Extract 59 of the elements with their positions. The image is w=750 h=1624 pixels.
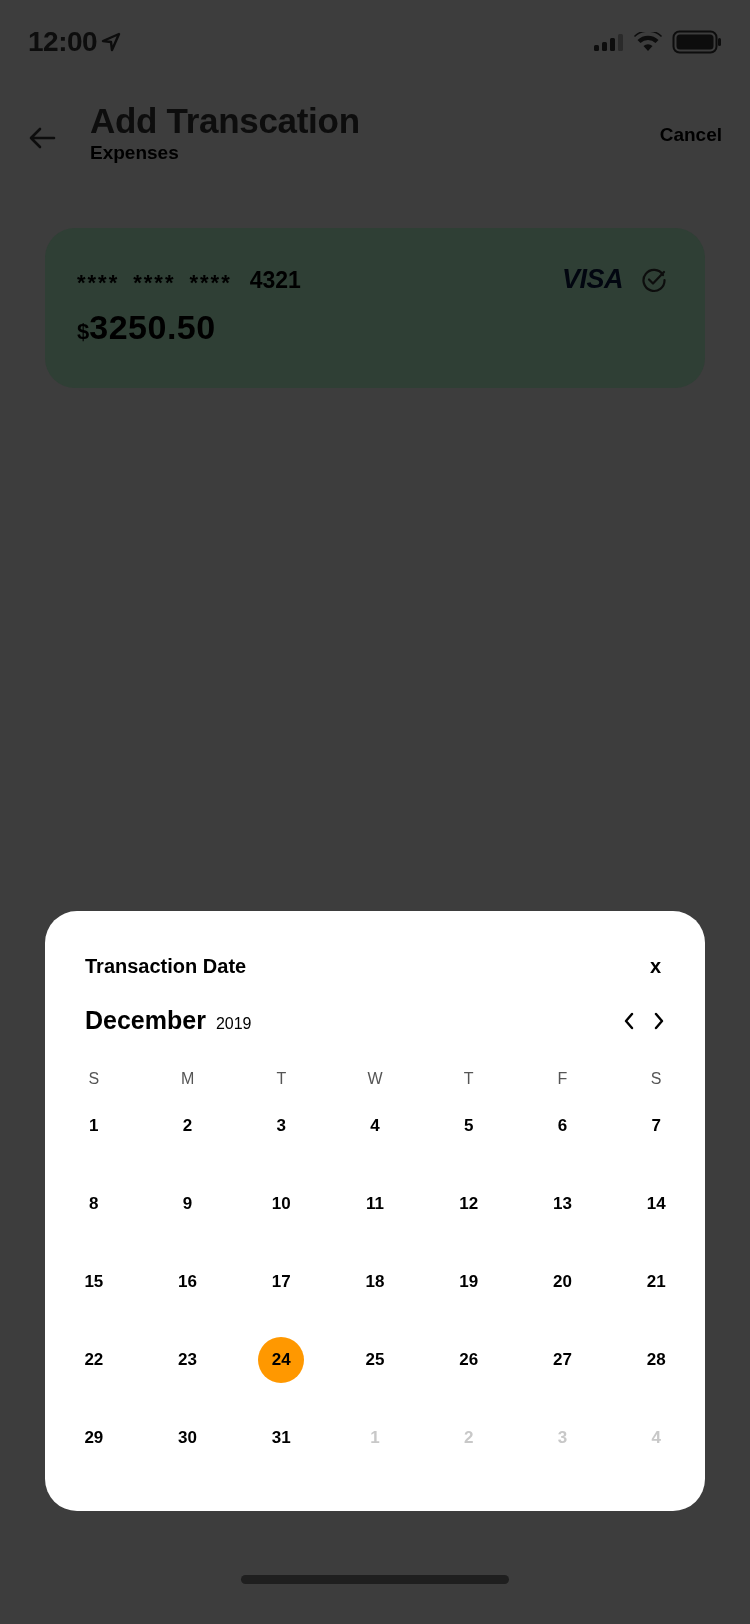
year-label: 2019 xyxy=(215,1013,252,1033)
card-last-digits: 4321 xyxy=(249,266,301,294)
sheet-title: Transaction Date xyxy=(85,955,248,978)
calendar-day[interactable]: 8 xyxy=(70,1181,117,1227)
calendar-day[interactable]: 17 xyxy=(258,1259,305,1305)
previous-month-button[interactable] xyxy=(623,1011,635,1030)
chevron-right-icon xyxy=(653,1011,665,1030)
calendar-day[interactable]: 28 xyxy=(633,1337,680,1383)
weekday-label: S xyxy=(649,1069,663,1089)
calendar-day[interactable]: 16 xyxy=(164,1259,211,1305)
calendar-day[interactable]: 3 xyxy=(258,1103,305,1149)
calendar-day[interactable]: 19 xyxy=(445,1259,492,1305)
weekday-label: W xyxy=(366,1069,384,1089)
calendar-day[interactable]: 10 xyxy=(258,1181,305,1227)
masked-digits: **** xyxy=(77,269,120,296)
calendar-day[interactable]: 11 xyxy=(352,1181,398,1227)
calendar-day[interactable]: 21 xyxy=(633,1259,680,1305)
calendar-day[interactable]: 4 xyxy=(352,1103,398,1149)
close-button[interactable]: x xyxy=(645,955,665,978)
calendar-day[interactable]: 5 xyxy=(445,1103,492,1149)
calendar-day[interactable]: 20 xyxy=(539,1259,586,1305)
calendar-day[interactable]: 31 xyxy=(258,1415,305,1461)
calendar-day[interactable]: 2 xyxy=(164,1103,211,1149)
signal-icon xyxy=(594,33,624,51)
weekday-label: F xyxy=(556,1069,569,1089)
calendar-day[interactable]: 7 xyxy=(633,1103,680,1149)
next-month-button[interactable] xyxy=(653,1011,665,1030)
calendar-day[interactable]: 29 xyxy=(70,1415,117,1461)
calendar-day[interactable]: 30 xyxy=(164,1415,211,1461)
chevron-left-icon xyxy=(623,1011,635,1030)
battery-icon xyxy=(672,30,722,54)
weekday-label: T xyxy=(462,1069,475,1089)
calendar-day[interactable]: 18 xyxy=(352,1259,398,1305)
calendar-day[interactable]: 24 xyxy=(258,1337,305,1383)
location-arrow-icon xyxy=(101,32,122,52)
page-subtitle: Expenses xyxy=(90,142,180,164)
card-brand: VISA xyxy=(561,264,623,295)
currency-symbol: $ xyxy=(77,319,90,345)
month-label: December xyxy=(85,1006,206,1035)
calendar-day[interactable]: 25 xyxy=(352,1337,398,1383)
calendar-day[interactable]: 9 xyxy=(164,1181,211,1227)
back-arrow-icon xyxy=(28,126,56,150)
calendar-day[interactable]: 26 xyxy=(445,1337,492,1383)
calendar-day[interactable]: 15 xyxy=(70,1259,117,1305)
masked-digits: **** xyxy=(133,269,176,296)
weekday-label: S xyxy=(87,1069,101,1089)
calendar-day[interactable]: 14 xyxy=(633,1181,680,1227)
calendar-day[interactable]: 23 xyxy=(164,1337,211,1383)
wifi-icon xyxy=(634,32,662,52)
masked-digits: **** xyxy=(189,269,232,296)
calendar-day[interactable]: 27 xyxy=(539,1337,586,1383)
card-balance: 3250.50 xyxy=(89,308,216,347)
weekday-label: M xyxy=(179,1069,196,1089)
calendar-day[interactable]: 6 xyxy=(539,1103,586,1149)
calendar-day[interactable]: 13 xyxy=(539,1181,586,1227)
calendar-day[interactable]: 12 xyxy=(445,1181,492,1227)
calendar-day[interactable]: 22 xyxy=(70,1337,117,1383)
calendar-day[interactable]: 1 xyxy=(70,1103,117,1149)
weekday-label: T xyxy=(275,1069,288,1089)
